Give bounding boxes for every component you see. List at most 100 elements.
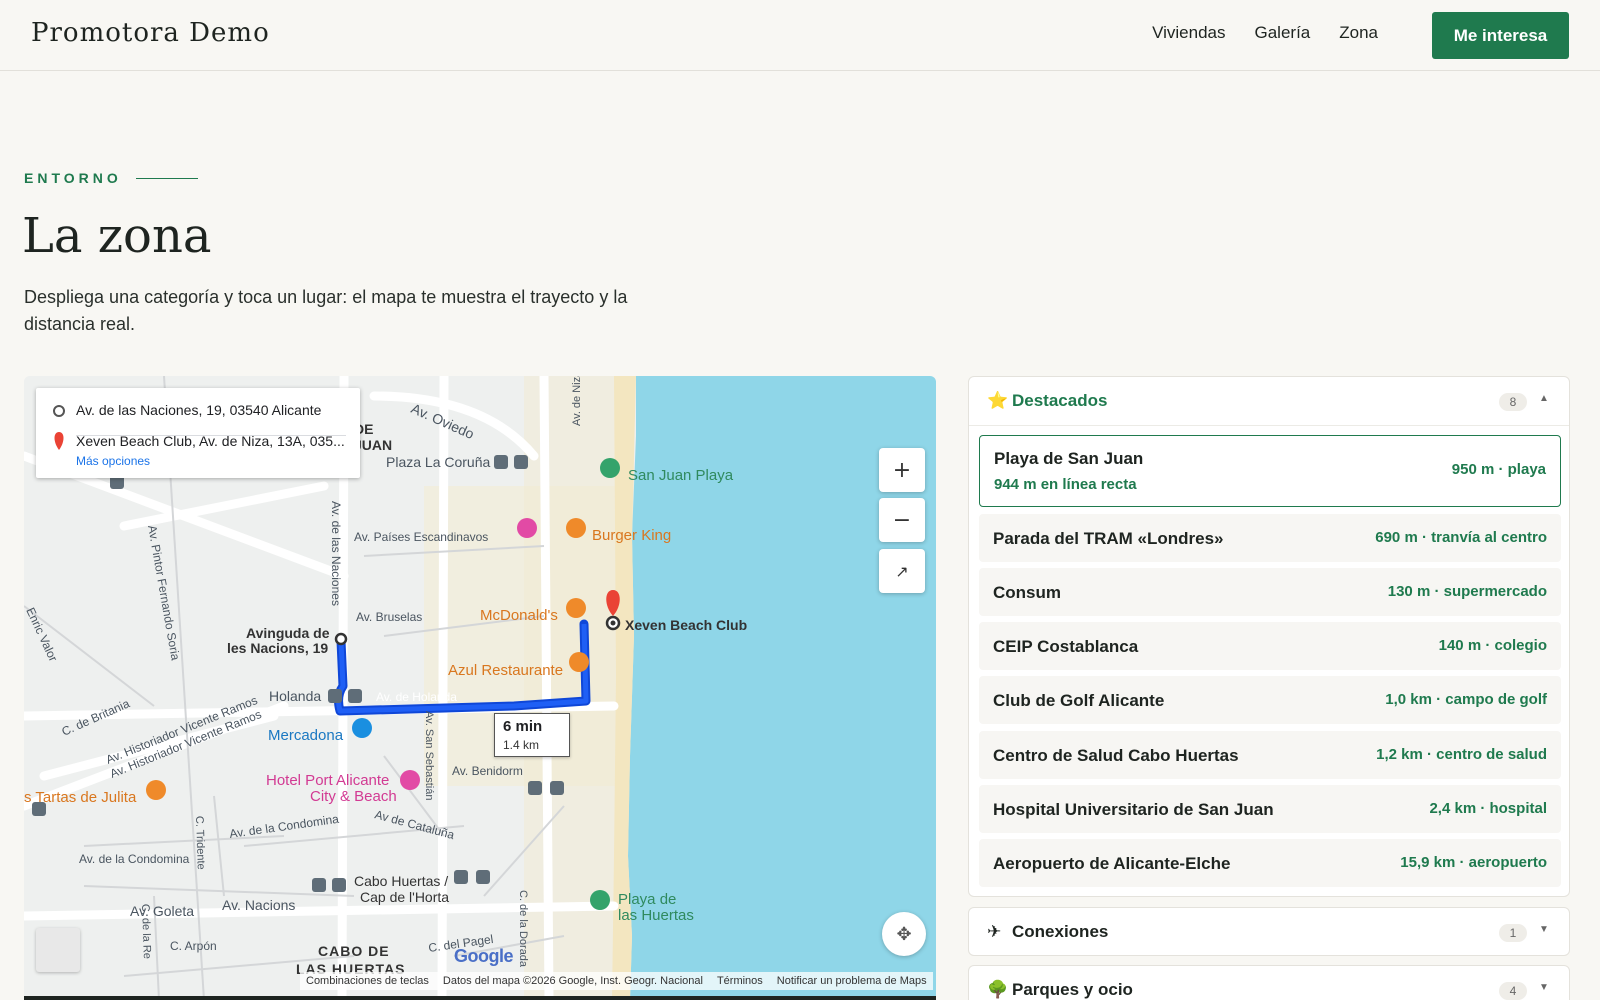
- street-label: Av. de Niza: [571, 376, 583, 426]
- street-view-pegman-icon[interactable]: [36, 928, 80, 972]
- star-icon: ⭐: [987, 391, 1009, 410]
- interest-button[interactable]: Me interesa: [1432, 12, 1569, 59]
- poi-label: San Juan Playa: [628, 467, 734, 484]
- airplane-icon: ✈: [987, 922, 1002, 941]
- destination-label: Xeven Beach Club: [625, 617, 747, 633]
- street-label: Av. Nacions: [222, 897, 295, 913]
- count-badge: 1: [1499, 924, 1527, 942]
- site-header: Promotora Demo Viviendas Galería Zona Me…: [0, 0, 1600, 71]
- place-meta: 130 m · supermercado: [1387, 583, 1547, 600]
- directions-card[interactable]: Av. de las Naciones, 19, 03540 Alicante …: [36, 388, 360, 478]
- accordion-title: Destacados: [1012, 391, 1108, 410]
- place-item[interactable]: Centro de Salud Cabo Huertas 1,2 km · ce…: [979, 731, 1561, 779]
- place-item[interactable]: Aeropuerto de Alicante-Elche 15,9 km · a…: [979, 839, 1561, 887]
- restaurant-poi-icon: [566, 598, 586, 618]
- keyboard-shortcuts-link[interactable]: Combinaciones de teclas: [306, 975, 429, 987]
- street-label: Av. de Holanda: [376, 690, 457, 704]
- route-distance: 1.4 km: [503, 738, 540, 752]
- route-duration: 6 min: [503, 718, 543, 735]
- section-eyebrow: ENTORNO: [24, 170, 198, 186]
- place-meta: 1,2 km · centro de salud: [1376, 746, 1547, 763]
- section-title: La zona: [22, 208, 212, 264]
- poi-label: Burger King: [592, 527, 671, 544]
- street-label: Av. Bruselas: [356, 610, 422, 624]
- place-item[interactable]: Club de Golf Alicante 1,0 km · campo de …: [979, 676, 1561, 724]
- street-label: Av. Benidorm: [452, 764, 523, 778]
- nav-link-viviendas[interactable]: Viviendas: [1152, 23, 1225, 43]
- poi-label: Azul Restaurante: [448, 662, 563, 679]
- place-straight-distance: 944 m en línea recta: [994, 476, 1137, 493]
- google-logo: Google: [454, 946, 514, 966]
- poi-label: City & Beach: [310, 788, 397, 805]
- place-meta: 690 m · tranvía al centro: [1375, 529, 1547, 546]
- restaurant-poi-icon: [146, 780, 166, 800]
- fullscreen-button[interactable]: ↗: [879, 549, 925, 593]
- route-duration-box: 6 min 1.4 km: [494, 713, 570, 757]
- brand-logo[interactable]: Promotora Demo: [31, 18, 270, 48]
- section-lead: Despliega una categoría y toca un lugar:…: [24, 287, 628, 334]
- destination-address[interactable]: Xeven Beach Club, Av. de Niza, 13A, 035.…: [76, 433, 351, 449]
- parks-accordion-header[interactable]: 🌳 Parques y ocio 4 ▼: [968, 965, 1570, 1000]
- poi-label: Mercadona: [268, 727, 344, 744]
- beach-poi-icon: [590, 890, 610, 910]
- zoom-in-button[interactable]: +: [879, 448, 925, 492]
- origin-marker: [334, 632, 348, 646]
- street-label: Av. de las Naciones: [329, 501, 343, 606]
- place-name: Aeropuerto de Alicante-Elche: [993, 854, 1231, 873]
- place-item[interactable]: Parada del TRAM «Londres» 690 m · tranví…: [979, 514, 1561, 562]
- place-name: Playa de San Juan: [994, 449, 1144, 468]
- place-meta: 950 m · playa: [1451, 461, 1546, 478]
- place-name: Club de Golf Alicante: [993, 691, 1165, 710]
- poi-label: Playa de: [618, 891, 676, 908]
- place-name: Centro de Salud Cabo Huertas: [993, 746, 1239, 765]
- street-label: Holanda: [269, 688, 321, 704]
- restaurant-poi-icon: [566, 518, 586, 538]
- nav-link-zona[interactable]: Zona: [1339, 23, 1378, 43]
- hotel-poi-icon: [517, 518, 537, 538]
- origin-label: les Nacions, 19: [227, 640, 328, 656]
- chevron-up-icon: ▲: [1539, 393, 1549, 404]
- street-label: Av. Países Escandinavos: [354, 530, 488, 544]
- chevron-down-icon: ▼: [1539, 982, 1549, 993]
- accordion-title: Conexiones: [1012, 922, 1109, 941]
- poi-label: s Tartas de Julita: [24, 789, 137, 806]
- nav-link-galeria[interactable]: Galería: [1255, 23, 1311, 43]
- eyebrow-divider: [135, 177, 198, 179]
- place-name: Parada del TRAM «Londres»: [993, 529, 1224, 548]
- report-problem-link[interactable]: Notificar un problema de Maps: [777, 975, 927, 987]
- terms-link[interactable]: Términos: [717, 975, 763, 987]
- route-endpoints-icon: [53, 405, 65, 450]
- place-label: Cap de l'Horta: [360, 889, 449, 905]
- featured-accordion-header[interactable]: ⭐ Destacados 8 ▲: [969, 377, 1569, 426]
- more-options-link[interactable]: Más opciones: [76, 454, 150, 468]
- map-camera-control-icon[interactable]: ✥: [882, 912, 926, 956]
- place-name: Consum: [993, 583, 1061, 602]
- place-item[interactable]: Hospital Universitario de San Juan 2,4 k…: [979, 785, 1561, 833]
- chevron-down-icon: ▼: [1539, 924, 1549, 935]
- main-nav: Viviendas Galería Zona: [1152, 23, 1378, 43]
- connections-accordion-header[interactable]: ✈ Conexiones 1 ▼: [968, 907, 1570, 956]
- place-item[interactable]: CEIP Costablanca 140 m · colegio: [979, 622, 1561, 670]
- count-badge: 4: [1499, 982, 1527, 1000]
- place-item[interactable]: Consum 130 m · supermercado: [979, 568, 1561, 616]
- place-meta: 15,9 km · aeropuerto: [1400, 854, 1547, 871]
- featured-accordion: ⭐ Destacados 8 ▲ Playa de San Juan 944 m…: [968, 376, 1570, 897]
- place-meta: 2,4 km · hospital: [1429, 800, 1547, 817]
- street-label: C. de la Re: [139, 904, 153, 959]
- place-label: Plaza La Coruña: [386, 454, 491, 470]
- beach-poi-icon: [600, 458, 620, 478]
- hotel-poi-icon: [400, 770, 420, 790]
- map-attribution: Combinaciones de teclas Datos del mapa ©…: [300, 972, 933, 990]
- place-name: CEIP Costablanca: [993, 637, 1139, 656]
- eyebrow-label: ENTORNO: [24, 170, 122, 186]
- zoom-out-button[interactable]: −: [879, 498, 925, 542]
- restaurant-poi-icon: [569, 652, 589, 672]
- tree-icon: 🌳: [987, 980, 1009, 999]
- map-bottom-edge: [24, 996, 936, 1000]
- street-label: C. Arpón: [170, 939, 217, 953]
- origin-address[interactable]: Av. de las Naciones, 19, 03540 Alicante: [76, 402, 351, 418]
- poi-label: Hotel Port Alicante: [266, 772, 389, 789]
- place-name: Hospital Universitario de San Juan: [993, 800, 1274, 819]
- place-item[interactable]: Playa de San Juan 944 m en línea recta 9…: [979, 435, 1561, 507]
- route-map[interactable]: Av. Oviedo Plaza La Coruña Av. Países Es…: [24, 376, 936, 1000]
